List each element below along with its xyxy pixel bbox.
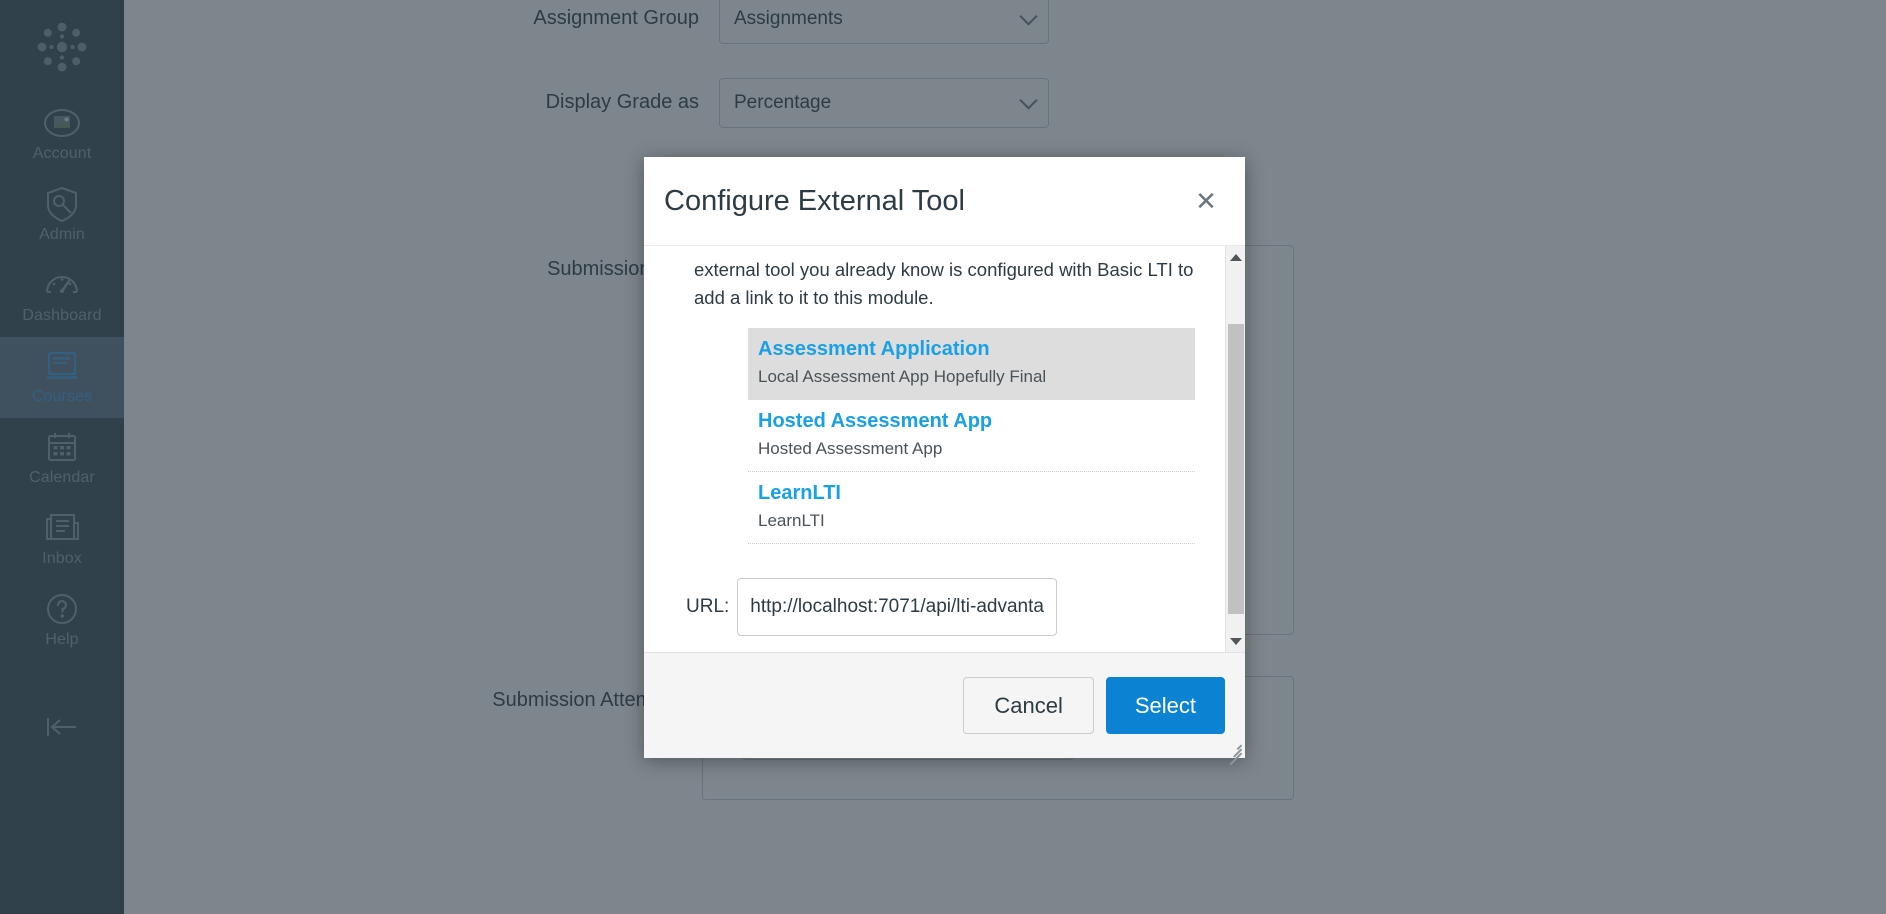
tool-description: Local Assessment App Hopefully Final — [758, 367, 1047, 386]
scroll-down-arrow-icon[interactable] — [1226, 632, 1245, 650]
page-title: Configure External Tool — [664, 185, 965, 217]
list-item[interactable]: Assessment Application Local Assessment … — [748, 328, 1195, 400]
configure-external-tool-dialog: Configure External Tool ✕ external tool … — [644, 157, 1245, 766]
close-x-icon[interactable]: ✕ — [1191, 186, 1221, 216]
scroll-up-arrow-icon[interactable] — [1226, 248, 1245, 266]
screen-root: Account Admin — [0, 0, 1886, 914]
tool-description: LearnLTI — [758, 511, 825, 530]
dialog-header: Configure External Tool ✕ — [644, 157, 1245, 245]
external-tool-list: Assessment Application Local Assessment … — [748, 328, 1195, 544]
dialog-footer: Cancel Select — [644, 652, 1245, 766]
url-input[interactable] — [737, 578, 1058, 636]
list-item[interactable]: LearnLTI LearnLTI — [748, 472, 1195, 544]
resize-grip-icon[interactable] — [1226, 739, 1242, 766]
tool-description: Hosted Assessment App — [758, 439, 943, 458]
select-button[interactable]: Select — [1105, 677, 1225, 734]
tool-name-link[interactable]: Hosted Assessment App — [758, 408, 1183, 434]
url-row: URL: — [686, 578, 1195, 636]
url-label: URL: — [686, 596, 730, 617]
tool-name-link[interactable]: Assessment Application — [758, 336, 1183, 362]
scrollbar-thumb[interactable] — [1228, 324, 1244, 614]
dialog-scroll-content: external tool you already know is config… — [644, 246, 1225, 652]
tool-name-link[interactable]: LearnLTI — [758, 480, 1183, 506]
list-item[interactable]: Hosted Assessment App Hosted Assessment … — [748, 400, 1195, 472]
dialog-vertical-scrollbar[interactable] — [1225, 246, 1245, 652]
dialog-body: external tool you already know is config… — [644, 245, 1245, 652]
intro-text: external tool you already know is config… — [694, 259, 1194, 308]
cancel-button[interactable]: Cancel — [963, 677, 1094, 734]
